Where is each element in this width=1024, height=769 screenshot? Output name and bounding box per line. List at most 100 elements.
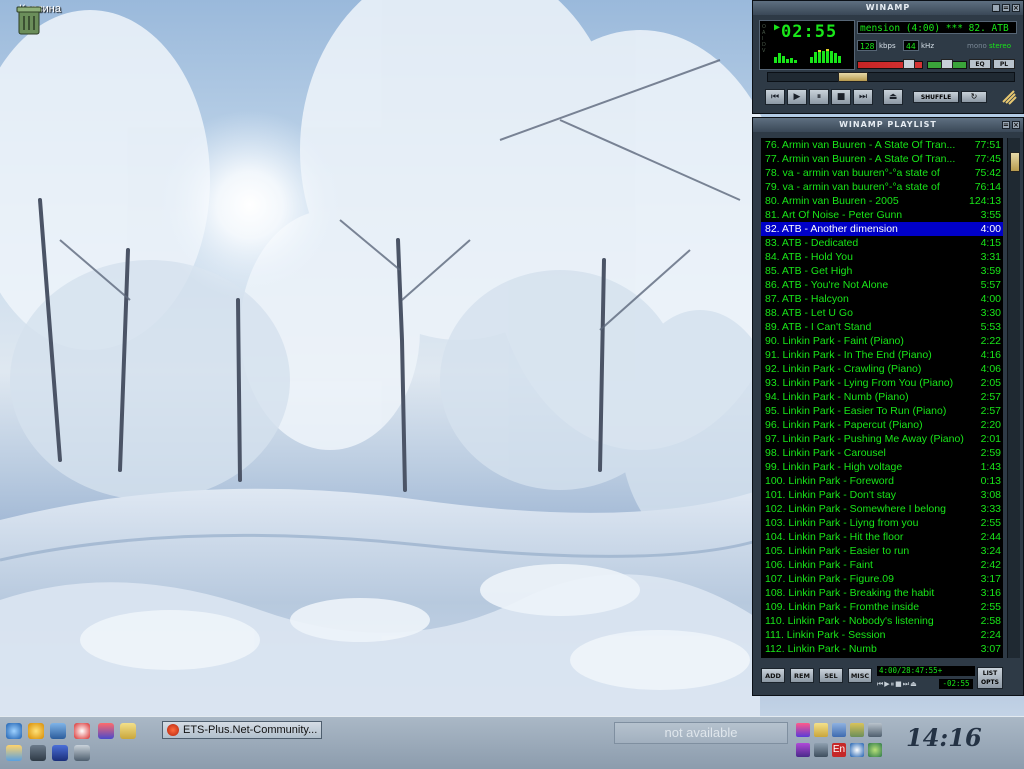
playlist-close-button[interactable]: ×	[1012, 121, 1020, 129]
seek-bar[interactable]	[767, 72, 1015, 82]
playlist-row[interactable]: 107. Linkin Park - Figure.09 3:17	[761, 572, 1003, 586]
tray-bug-icon[interactable]	[814, 743, 828, 757]
balance-slider[interactable]	[927, 59, 967, 69]
shade-button[interactable]: =	[1002, 4, 1010, 12]
playlist-row[interactable]: 88. ATB - Let U Go 3:30	[761, 306, 1003, 320]
playlist-row[interactable]: 100. Linkin Park - Foreword 0:13	[761, 474, 1003, 488]
eq-toggle-button[interactable]: EQ	[969, 59, 991, 69]
playlist-row[interactable]: 104. Linkin Park - Hit the floor 2:44	[761, 530, 1003, 544]
remove-button[interactable]: REM	[790, 668, 814, 683]
opera-icon[interactable]	[74, 723, 90, 739]
playlist-row[interactable]: 108. Linkin Park - Breaking the habit 3:1…	[761, 586, 1003, 600]
playlist-row[interactable]: 99. Linkin Park - High voltage 1:43	[761, 460, 1003, 474]
playlist-row[interactable]: 96. Linkin Park - Papercut (Piano) 2:20	[761, 418, 1003, 432]
winamp-main-window[interactable]: WINAMP _ = × OAIDV ▶02:55 mension (4:00)…	[752, 0, 1024, 114]
playlist-list[interactable]: 76. Armin van Buuren - A State Of Tran..…	[761, 138, 1003, 658]
seek-knob[interactable]	[837, 72, 868, 82]
playlist-row[interactable]: 95. Linkin Park - Easier To Run (Piano) 2…	[761, 404, 1003, 418]
playlist-row[interactable]: 111. Linkin Park - Session 2:24	[761, 628, 1003, 642]
tray-tag-icon[interactable]	[814, 723, 828, 737]
playlist-row[interactable]: 78. va - armin van buuren°-°a state of 75…	[761, 166, 1003, 180]
minimize-button[interactable]: _	[992, 4, 1000, 12]
playlist-row[interactable]: 85. ATB - Get High 3:59	[761, 264, 1003, 278]
winamp-titlebar[interactable]: WINAMP _ = ×	[753, 1, 1023, 15]
floppy-icon[interactable]	[52, 745, 68, 761]
tray-update-icon[interactable]	[868, 723, 882, 737]
winamp-logo-icon[interactable]	[1001, 89, 1017, 105]
playlist-row[interactable]: 103. Linkin Park - Liyng from you 2:55	[761, 516, 1003, 530]
console-icon[interactable]	[30, 745, 46, 761]
playlist-row[interactable]: 82. ATB - Another dimension 4:00	[761, 222, 1003, 236]
misc-button[interactable]: MISC	[848, 668, 872, 683]
playlist-row[interactable]: 77. Armin van Buuren - A State Of Tran..…	[761, 152, 1003, 166]
playlist-row[interactable]: 98. Linkin Park - Carousel 2:59	[761, 446, 1003, 460]
tray-network-icon[interactable]	[832, 723, 846, 737]
winamp-playlist-window[interactable]: WINAMP PLAYLIST = × 76. Armin van Buuren…	[752, 117, 1024, 696]
desktop-icon-recycle-bin[interactable]: Корзина	[12, 2, 68, 35]
playlist-row[interactable]: 101. Linkin Park - Don't stay 3:08	[761, 488, 1003, 502]
playlist-row[interactable]: 112. Linkin Park - Numb 3:07	[761, 642, 1003, 656]
playlist-row[interactable]: 97. Linkin Park - Pushing Me Away (Piano…	[761, 432, 1003, 446]
tray-app-icon[interactable]	[796, 723, 810, 737]
tray-security-icon[interactable]	[850, 723, 864, 737]
playlist-row[interactable]: 81. Art Of Noise - Peter Gunn 3:55	[761, 208, 1003, 222]
eject-button[interactable]: ⏏	[883, 89, 903, 105]
balance-knob[interactable]	[941, 59, 953, 69]
tag-icon[interactable]	[120, 723, 136, 739]
playlist-scrollbar[interactable]	[1007, 138, 1020, 658]
volume-slider[interactable]	[857, 59, 923, 69]
playlist-row[interactable]: 105. Linkin Park - Easier to run 3:24	[761, 544, 1003, 558]
network-icon[interactable]	[6, 745, 22, 761]
playlist-row[interactable]: 93. Linkin Park - Lying From You (Piano)…	[761, 376, 1003, 390]
taskbar-clock[interactable]: 14:16	[906, 723, 982, 752]
pl-toggle-button[interactable]: PL	[993, 59, 1015, 69]
play-button[interactable]: ▶	[787, 89, 807, 105]
stop-button[interactable]: ■	[831, 89, 851, 105]
add-button[interactable]: ADD	[761, 668, 785, 683]
time-display[interactable]: OAIDV ▶02:55	[759, 20, 855, 70]
tray-settings-icon[interactable]	[850, 743, 864, 757]
taskbar-button-ets-plus[interactable]: ETS-Plus.Net-Community...	[162, 721, 322, 739]
previous-button[interactable]: ⏮	[765, 89, 785, 105]
tray-globe-icon[interactable]	[868, 743, 882, 757]
playlist-row[interactable]: 91. Linkin Park - In The End (Piano) 4:16	[761, 348, 1003, 362]
volume-knob[interactable]	[902, 59, 915, 69]
playlist-row[interactable]: 76. Armin van Buuren - A State Of Tran..…	[761, 138, 1003, 152]
playlist-row[interactable]: 84. ATB - Hold You 3:31	[761, 250, 1003, 264]
language-indicator[interactable]: En	[832, 743, 846, 757]
playlist-titlebar[interactable]: WINAMP PLAYLIST = ×	[753, 118, 1023, 132]
playlist-row[interactable]: 109. Linkin Park - Fromthe inside 2:55	[761, 600, 1003, 614]
playlist-row[interactable]: 87. ATB - Halcyon 4:00	[761, 292, 1003, 306]
select-button[interactable]: SEL	[819, 668, 843, 683]
pause-button[interactable]: ⏸	[809, 89, 829, 105]
playlist-row[interactable]: 89. ATB - I Can't Stand 5:53	[761, 320, 1003, 334]
spectrum-visualizer[interactable]	[774, 47, 850, 63]
playlist-row[interactable]: 102. Linkin Park - Somewhere I belong 3:3…	[761, 502, 1003, 516]
close-button[interactable]: ×	[1012, 4, 1020, 12]
browser-icon[interactable]	[6, 723, 22, 739]
playlist-scroll-thumb[interactable]	[1010, 152, 1020, 172]
clutterbar[interactable]: OAIDV	[762, 24, 769, 54]
song-title-ticker[interactable]: mension (4:00) *** 82. ATB - An	[857, 21, 1017, 34]
playlist-row[interactable]: 86. ATB - You're Not Alone 5:57	[761, 278, 1003, 292]
playlist-row[interactable]: 80. Armin van Buuren - 2005 124:13	[761, 194, 1003, 208]
next-button[interactable]: ⏭	[853, 89, 873, 105]
shuffle-button[interactable]: SHUFFLE	[913, 91, 959, 103]
playlist-shade-button[interactable]: =	[1002, 121, 1010, 129]
list-options-button[interactable]: LIST OPTS	[977, 667, 1003, 689]
playlist-row[interactable]: 79. va - armin van buuren°-°a state of 76…	[761, 180, 1003, 194]
playlist-row[interactable]: 92. Linkin Park - Crawling (Piano) 4:06	[761, 362, 1003, 376]
media-icon[interactable]	[28, 723, 44, 739]
tools-icon[interactable]	[74, 745, 90, 761]
tray-chat-icon[interactable]	[796, 743, 810, 757]
playlist-row[interactable]: 110. Linkin Park - Nobody's listening 2:5…	[761, 614, 1003, 628]
playlist-row[interactable]: 106. Linkin Park - Faint 2:42	[761, 558, 1003, 572]
elapsed-time[interactable]: ▶02:55	[774, 22, 837, 42]
playlist-row[interactable]: 83. ATB - Dedicated 4:15	[761, 236, 1003, 250]
repeat-button[interactable]: ↻	[961, 91, 987, 103]
playlist-mini-controls[interactable]: ⏮▶⏸■⏭⏏	[877, 679, 937, 689]
desktop-icon[interactable]	[50, 723, 66, 739]
playlist-row[interactable]: 94. Linkin Park - Numb (Piano) 2:57	[761, 390, 1003, 404]
playlist-row[interactable]: 90. Linkin Park - Faint (Piano) 2:22	[761, 334, 1003, 348]
app-icon[interactable]	[98, 723, 114, 739]
